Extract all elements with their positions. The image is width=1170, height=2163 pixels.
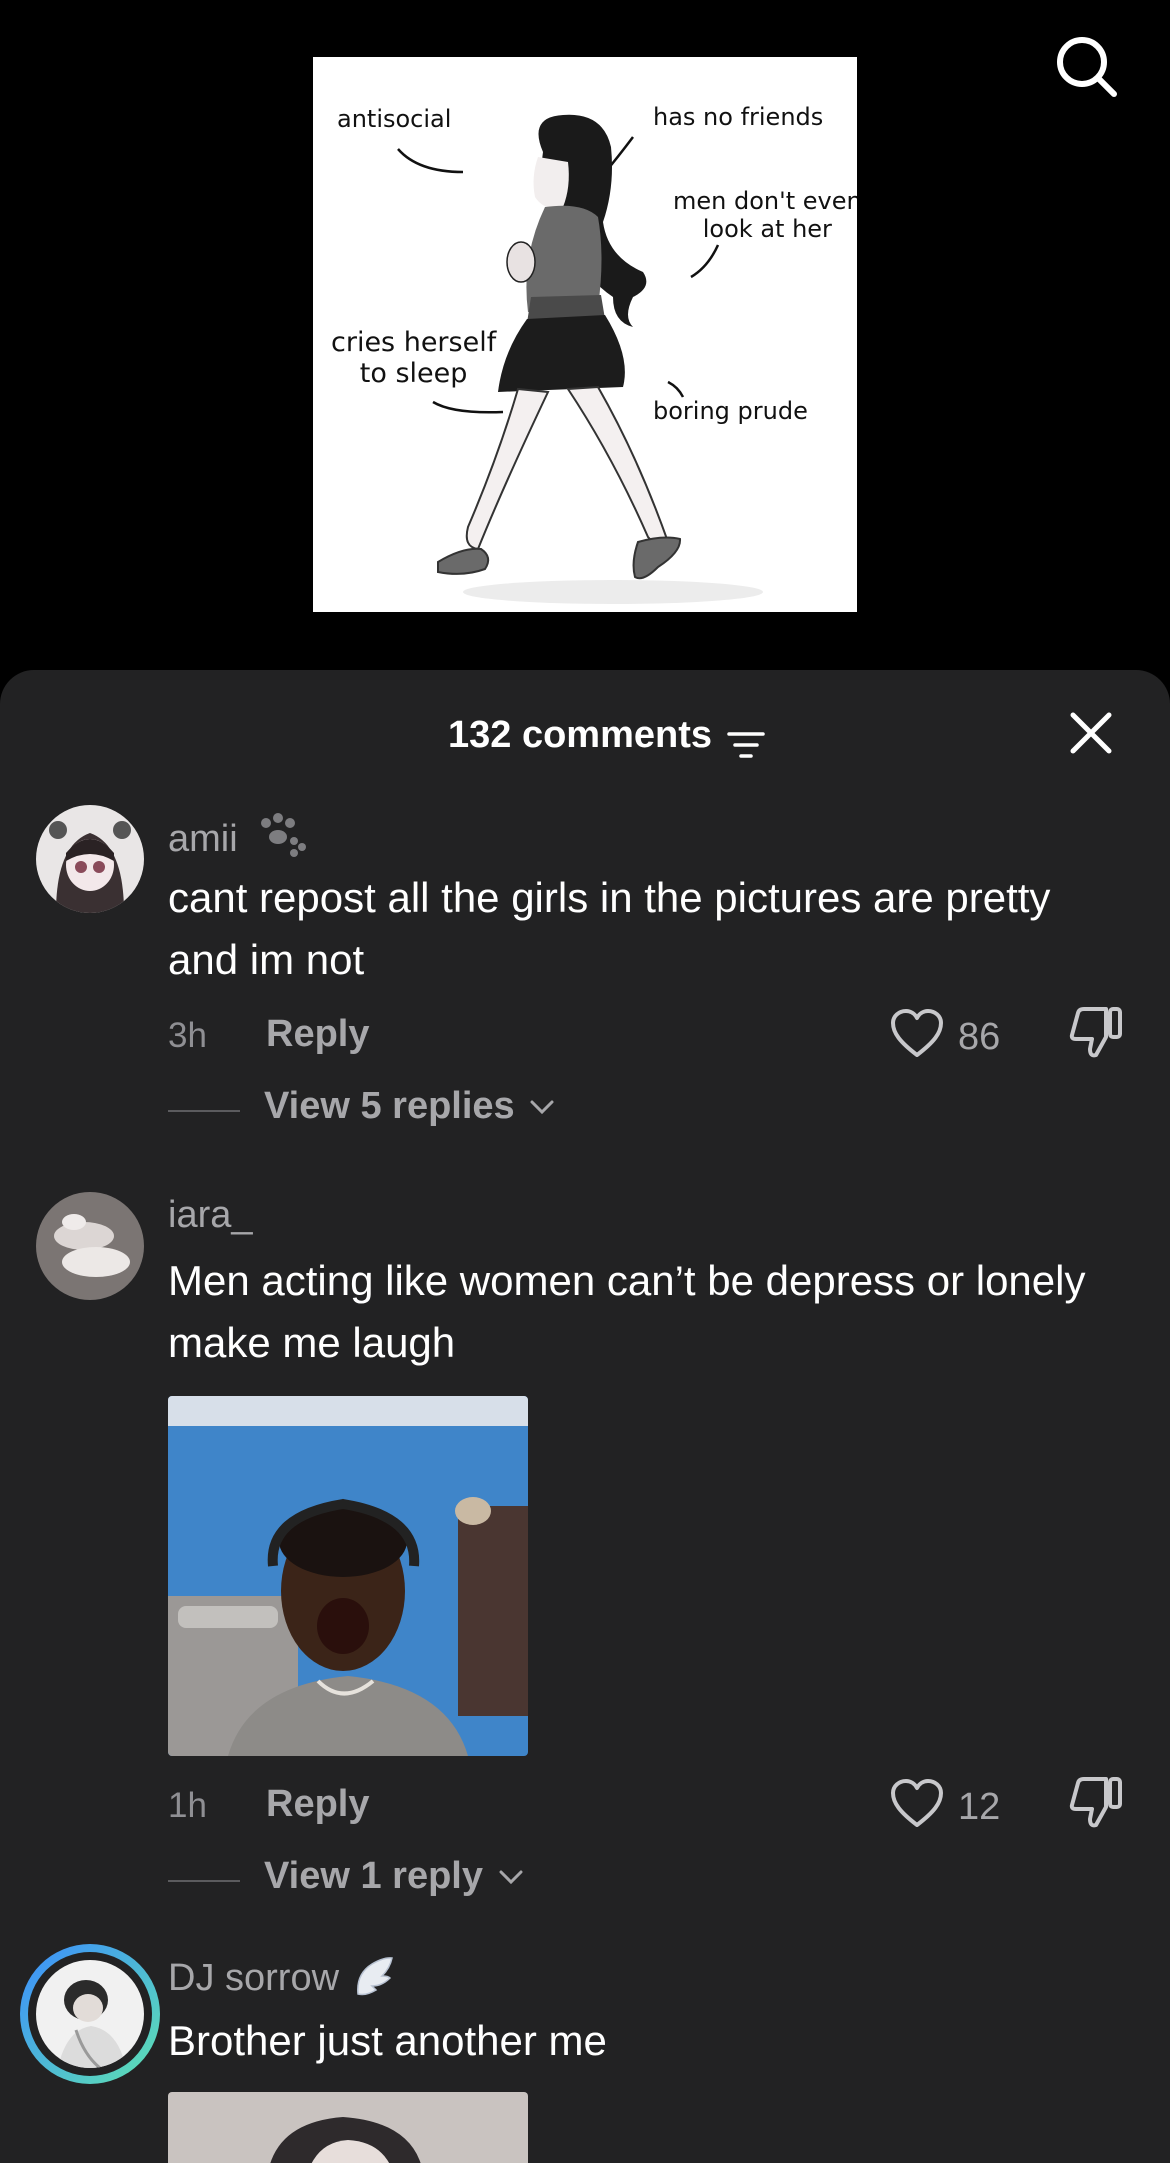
comment-count: 132 comments [447, 714, 712, 756]
meme-label-no-friends: has no friends [653, 103, 824, 131]
replies-divider [168, 1110, 240, 1112]
close-icon [1070, 712, 1112, 754]
like-count: 12 [958, 1786, 1001, 1828]
view-replies-label: View 5 replies [264, 1085, 515, 1127]
meme-label-antisocial: antisocial [337, 105, 452, 133]
meme-image: antisocial has no friends men don't even… [313, 57, 857, 612]
close-button[interactable] [1068, 710, 1114, 756]
avatar[interactable] [36, 805, 144, 913]
reply-button[interactable]: Reply [266, 1013, 369, 1056]
like-count: 86 [958, 1016, 1001, 1058]
comment-gif[interactable] [168, 2092, 528, 2163]
chevron-down-icon [499, 1870, 523, 1885]
comment-gif[interactable] [168, 1396, 528, 1756]
heart-icon [891, 1779, 943, 1827]
comment-username[interactable]: DJ sorrow [168, 1954, 396, 2000]
sort-button[interactable] [727, 730, 765, 760]
comments-header: 132 comments [0, 708, 1170, 768]
dislike-button[interactable] [1068, 1775, 1128, 1835]
search-icon [1057, 37, 1117, 97]
comment-username[interactable]: amii [168, 813, 310, 861]
meme-label-cries: cries herself to sleep [331, 327, 497, 389]
search-button[interactable] [1052, 32, 1120, 100]
chevron-down-icon [530, 1100, 554, 1115]
view-replies-label: View 1 reply [264, 1855, 483, 1897]
heart-icon [891, 1009, 943, 1057]
like-button[interactable]: 86 [890, 1008, 1060, 1064]
thumbs-down-icon [1069, 1777, 1122, 1828]
dislike-button[interactable] [1068, 1005, 1128, 1065]
thumbs-down-icon [1069, 1007, 1122, 1058]
comment-text: Men acting like women can’t be depress o… [168, 1257, 1086, 1366]
video-area: antisocial has no friends men don't even… [0, 0, 1170, 680]
meme-label-prude: boring prude [653, 397, 808, 425]
sort-icon [727, 732, 765, 758]
paw-icon [261, 813, 307, 857]
reply-button[interactable]: Reply [266, 1783, 369, 1826]
meme-label-men-dont-look: men don't even look at her [673, 187, 857, 243]
like-button[interactable]: 12 [890, 1778, 1060, 1834]
avatar[interactable] [36, 1192, 144, 1300]
comment-time: 1h [168, 1786, 207, 1825]
comment-username[interactable]: iara_ [168, 1194, 253, 1237]
comment-text: Brother just another me [168, 2017, 607, 2064]
comment-time: 3h [168, 1016, 207, 1055]
replies-divider [168, 1880, 240, 1882]
comments-sheet: 132 comments amii cant repost all the gi… [0, 670, 1170, 2163]
wing-icon [356, 1957, 393, 1996]
comment-text: cant repost all the girls in the picture… [168, 874, 1051, 983]
avatar[interactable] [36, 1960, 144, 2068]
